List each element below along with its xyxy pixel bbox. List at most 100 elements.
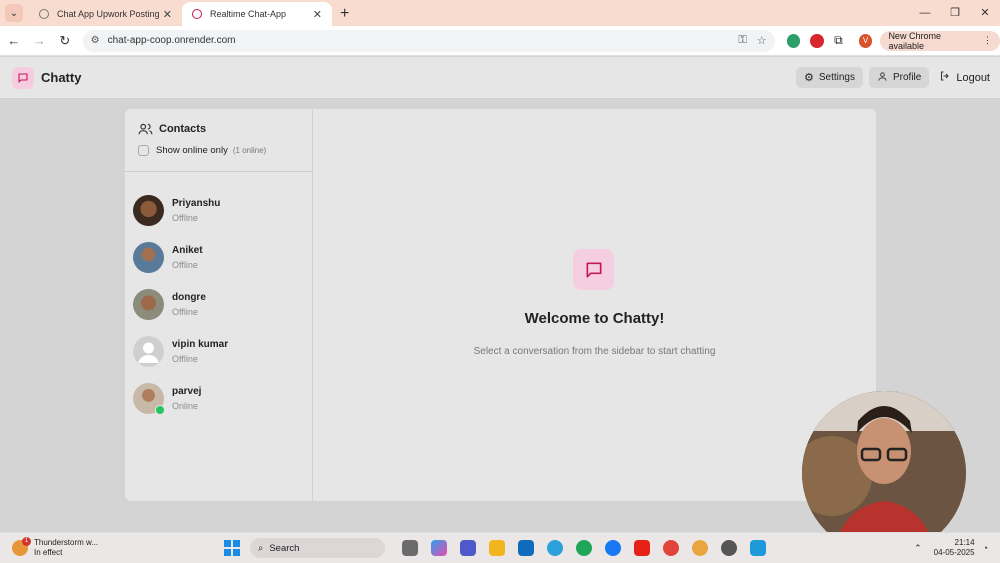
profile-avatar[interactable]: V [858, 33, 873, 48]
avatar [133, 242, 164, 273]
contact-list: Priyanshu Offline Aniket Offline dongre … [125, 172, 312, 422]
avatar [133, 195, 164, 226]
new-tab-button[interactable]: + [340, 5, 349, 23]
tab-title: Realtime Chat-App [210, 9, 287, 19]
reload-icon[interactable]: ↻ [53, 33, 77, 49]
windows-start-icon[interactable] [224, 540, 240, 556]
password-key-icon[interactable]: ⚿ [738, 34, 746, 47]
logout-icon [939, 70, 951, 85]
chat-bubble-icon [573, 249, 614, 290]
profile-label: Profile [892, 72, 922, 83]
window-controls: — ❐ ✕ [910, 0, 1000, 26]
user-icon [877, 71, 888, 85]
contacts-sidebar: Contacts Show online only (1 online) Pri… [125, 109, 313, 501]
youtube-icon[interactable] [633, 540, 650, 556]
copilot-icon[interactable] [430, 540, 447, 556]
weather-title: Thunderstorm w... [34, 538, 99, 547]
contact-name: vipin kumar [172, 339, 229, 350]
contact-name: Aniket [172, 245, 203, 256]
settings-label: Settings [818, 72, 855, 83]
new-chrome-label: New Chrome available [888, 30, 941, 51]
url-text[interactable]: chat-app-coop.onrender.com [108, 35, 729, 46]
users-icon [138, 123, 153, 135]
sidebar-header: Contacts Show online only (1 online) [125, 109, 312, 172]
online-indicator [155, 405, 165, 415]
address-bar[interactable]: ⚙ chat-app-coop.onrender.com ⚿ ☆ [82, 29, 775, 52]
sidebar-title: Contacts [159, 123, 207, 135]
kebab-menu-icon[interactable]: ⋮ [983, 35, 992, 46]
logout-button[interactable]: Logout [935, 67, 990, 88]
close-icon[interactable]: ✕ [313, 8, 322, 21]
tab-title: Chat App Upwork Posting [57, 9, 160, 19]
taskbar-search[interactable]: ⌕ Search [250, 538, 385, 558]
telegram-icon[interactable] [546, 540, 563, 556]
new-chrome-available-button[interactable]: New Chrome available ⋮ [880, 30, 1000, 51]
contact-name: parvej [172, 386, 202, 397]
weather-widget[interactable]: 1 Thunderstorm w... In effect [12, 537, 217, 558]
system-tray: ⌃ 21:14 04-05-2025 ◔ [914, 538, 988, 558]
search-icon: ⌕ [258, 542, 264, 554]
notepad-icon[interactable] [749, 540, 766, 556]
avatar [133, 383, 165, 415]
welcome-title: Welcome to Chatty! [524, 310, 665, 327]
close-icon[interactable]: ✕ [163, 8, 172, 21]
chat-welcome-panel: Welcome to Chatty! Select a conversation… [313, 109, 876, 501]
contact-name: Priyanshu [172, 198, 221, 209]
grammarly-extension-icon[interactable] [786, 33, 801, 48]
taskbar-search-label: Search [269, 542, 300, 554]
facebook-icon[interactable] [604, 540, 621, 556]
forward-arrow-icon[interactable]: → [28, 33, 52, 48]
browser-toolbar: ← → ↻ ⚙ chat-app-coop.onrender.com ⚿ ☆ ⧉… [0, 26, 1000, 56]
taskbar-clock[interactable]: 21:14 04-05-2025 [934, 538, 975, 558]
site-info-icon[interactable]: ⚙ [91, 35, 100, 46]
contact-name: dongre [172, 292, 206, 303]
browser-tab-strip: ⌄ Chat App Upwork Posting ✕ Realtime Cha… [0, 0, 1000, 26]
contact-item[interactable]: vipin kumar Offline [125, 328, 312, 375]
profile-button[interactable]: Profile [868, 67, 930, 88]
weather-sub: In effect [34, 548, 63, 557]
contact-status: Offline [172, 213, 198, 223]
settings-button[interactable]: ⚙ Settings [795, 67, 863, 88]
show-online-label[interactable]: Show online only [156, 145, 228, 156]
clock-time: 21:14 [954, 538, 975, 547]
notification-bell-icon[interactable]: ◔ [983, 543, 988, 553]
contact-status: Offline [172, 354, 198, 364]
close-window-icon[interactable]: ✕ [970, 0, 1000, 26]
back-arrow-icon[interactable]: ← [2, 33, 26, 48]
bookmark-star-icon[interactable]: ☆ [757, 34, 767, 47]
storm-icon: 1 [12, 537, 31, 556]
welcome-subtitle: Select a conversation from the sidebar t… [473, 346, 716, 357]
brand-name[interactable]: Chatty [41, 70, 81, 85]
contact-item[interactable]: dongre Offline [125, 281, 312, 328]
chrome-icon[interactable] [662, 540, 679, 556]
show-online-checkbox[interactable] [138, 145, 149, 156]
contact-item[interactable]: Priyanshu Offline [125, 187, 312, 234]
contact-item[interactable]: parvej Online [125, 375, 312, 422]
outlook-icon[interactable] [517, 540, 534, 556]
restore-icon[interactable]: ❐ [940, 0, 970, 26]
chat-container: Contacts Show online only (1 online) Pri… [125, 109, 876, 501]
task-view-icon[interactable] [401, 540, 418, 556]
app-header: Chatty ⚙ Settings Profile Logout [0, 57, 1000, 99]
chevron-up-icon[interactable]: ⌃ [914, 543, 922, 554]
file-explorer-icon[interactable] [488, 540, 505, 556]
browser-tab[interactable]: Chat App Upwork Posting ✕ [29, 2, 182, 26]
tab-search-button[interactable]: ⌄ [5, 4, 23, 22]
extensions-puzzle-icon[interactable]: ⧉ [834, 33, 843, 48]
clock-date: 04-05-2025 [933, 548, 975, 557]
browser-tab-active[interactable]: Realtime Chat-App ✕ [182, 2, 332, 26]
contact-status: Offline [172, 260, 198, 270]
online-count: (1 online) [232, 146, 267, 155]
chrome-profile-icon[interactable] [691, 540, 708, 556]
edge-icon[interactable] [575, 540, 592, 556]
minimize-icon[interactable]: — [910, 0, 940, 26]
avatar [133, 336, 164, 367]
gear-icon: ⚙ [803, 72, 814, 84]
opera-extension-icon[interactable] [810, 33, 825, 48]
taskbar: 1 Thunderstorm w... In effect ⌕ Search ⌃… [0, 532, 1000, 563]
teams-icon[interactable] [459, 540, 476, 556]
favicon-icon [192, 9, 202, 19]
obs-icon[interactable] [720, 540, 737, 556]
contact-item[interactable]: Aniket Offline [125, 234, 312, 281]
globe-icon [39, 9, 49, 19]
